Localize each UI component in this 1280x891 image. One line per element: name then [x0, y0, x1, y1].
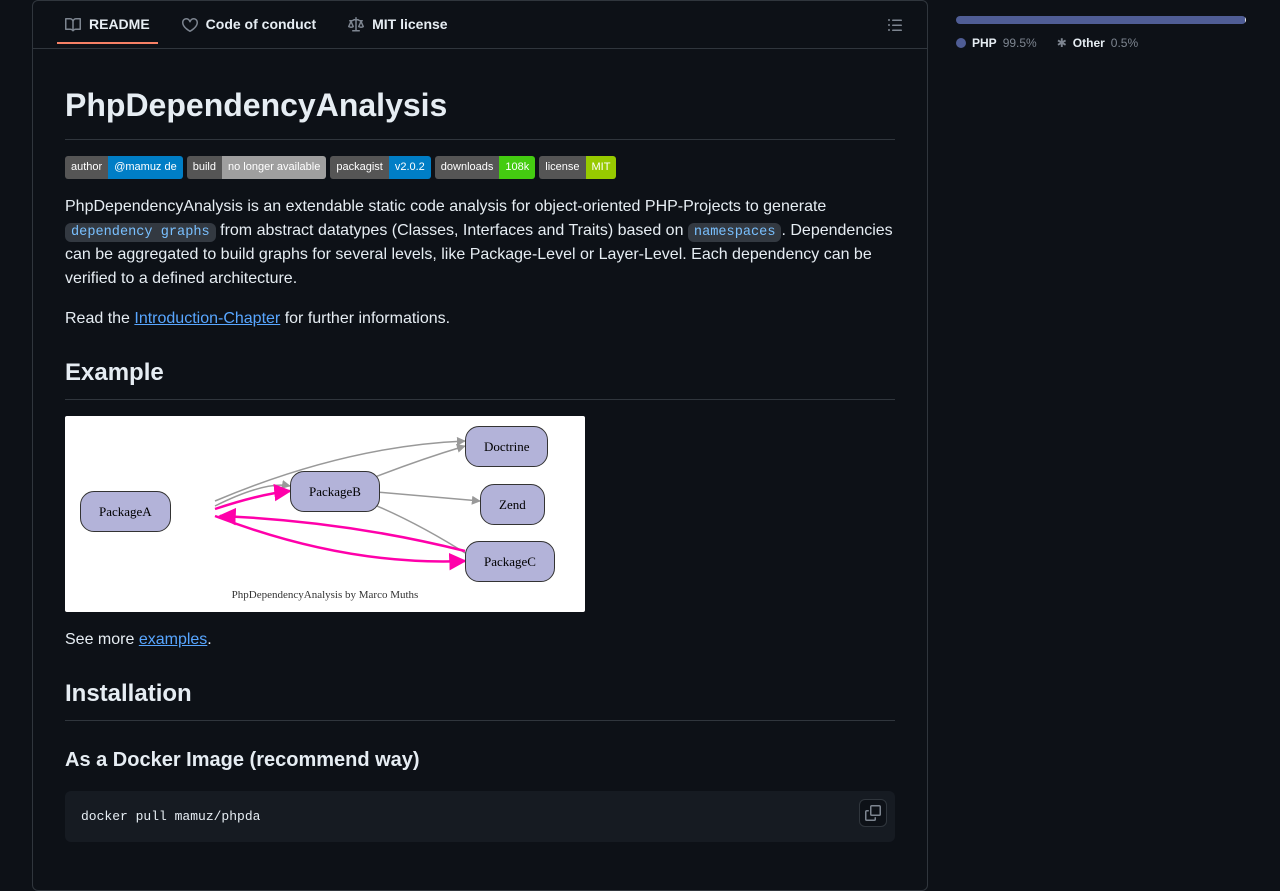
tab-code-of-conduct[interactable]: Code of conduct [166, 6, 332, 43]
readme-body: PhpDependencyAnalysis author@mamuz debui… [33, 49, 927, 890]
tab-readme-label: README [89, 14, 150, 35]
tab-license[interactable]: MIT license [332, 6, 463, 43]
badge-license[interactable]: licenseMIT [539, 156, 616, 179]
badge-packagist[interactable]: packagistv2.0.2 [330, 156, 430, 179]
badges-row: author@mamuz debuildno longer availablep… [65, 156, 895, 179]
tab-readme[interactable]: README [49, 6, 166, 43]
read-intro-paragraph: Read the Introduction-Chapter for furthe… [65, 307, 895, 331]
diagram-caption: PhpDependencyAnalysis by Marco Muths [65, 587, 585, 604]
page-title: PhpDependencyAnalysis [65, 81, 895, 140]
examples-link[interactable]: examples [139, 631, 207, 648]
heading-installation: Installation [65, 676, 895, 721]
book-icon [65, 17, 81, 33]
badge-downloads[interactable]: downloads108k [435, 156, 535, 179]
law-icon [348, 17, 364, 33]
code-content: docker pull mamuz/phpda [81, 809, 260, 824]
copy-button[interactable] [859, 799, 887, 827]
language-php[interactable]: PHP 99.5% [956, 34, 1037, 52]
list-icon [887, 17, 903, 33]
introduction-chapter-link[interactable]: Introduction-Chapter [134, 310, 280, 327]
badge-build[interactable]: buildno longer available [187, 156, 327, 179]
diagram-node-packageA: PackageA [80, 491, 171, 533]
language-list: PHP 99.5% ✱ Other 0.5% [952, 34, 1264, 52]
see-more-paragraph: See more examples. [65, 628, 895, 652]
outline-button[interactable] [879, 9, 911, 41]
heading-docker: As a Docker Image (recommend way) [65, 745, 895, 775]
diagram-node-doctrine: Doctrine [465, 426, 548, 468]
diagram-node-packageB: PackageB [290, 471, 380, 513]
tab-bar: README Code of conduct MIT license [33, 1, 927, 49]
tab-coc-label: Code of conduct [206, 14, 316, 35]
code-dependency-graphs: dependency graphs [65, 223, 216, 242]
dot-icon [956, 38, 966, 48]
diagram-node-zend: Zend [480, 484, 545, 526]
diagram-node-packageC: PackageC [465, 541, 555, 583]
heading-example: Example [65, 355, 895, 400]
code-block-docker: docker pull mamuz/phpda [65, 791, 895, 843]
code-namespaces: namespaces [688, 223, 782, 242]
language-bar [956, 16, 1246, 24]
tab-license-label: MIT license [372, 14, 447, 35]
sidebar: PHP 99.5% ✱ Other 0.5% [952, 0, 1264, 891]
language-other[interactable]: ✱ Other 0.5% [1057, 34, 1138, 52]
example-diagram: PackageA PackageB Doctrine Zend PackageC… [65, 416, 585, 612]
intro-paragraph: PhpDependencyAnalysis is an extendable s… [65, 195, 895, 291]
readme-container: README Code of conduct MIT license PhpDe… [32, 0, 928, 891]
asterisk-icon: ✱ [1057, 34, 1067, 52]
badge-author[interactable]: author@mamuz de [65, 156, 183, 179]
heart-icon [182, 17, 198, 33]
copy-icon [865, 805, 881, 821]
